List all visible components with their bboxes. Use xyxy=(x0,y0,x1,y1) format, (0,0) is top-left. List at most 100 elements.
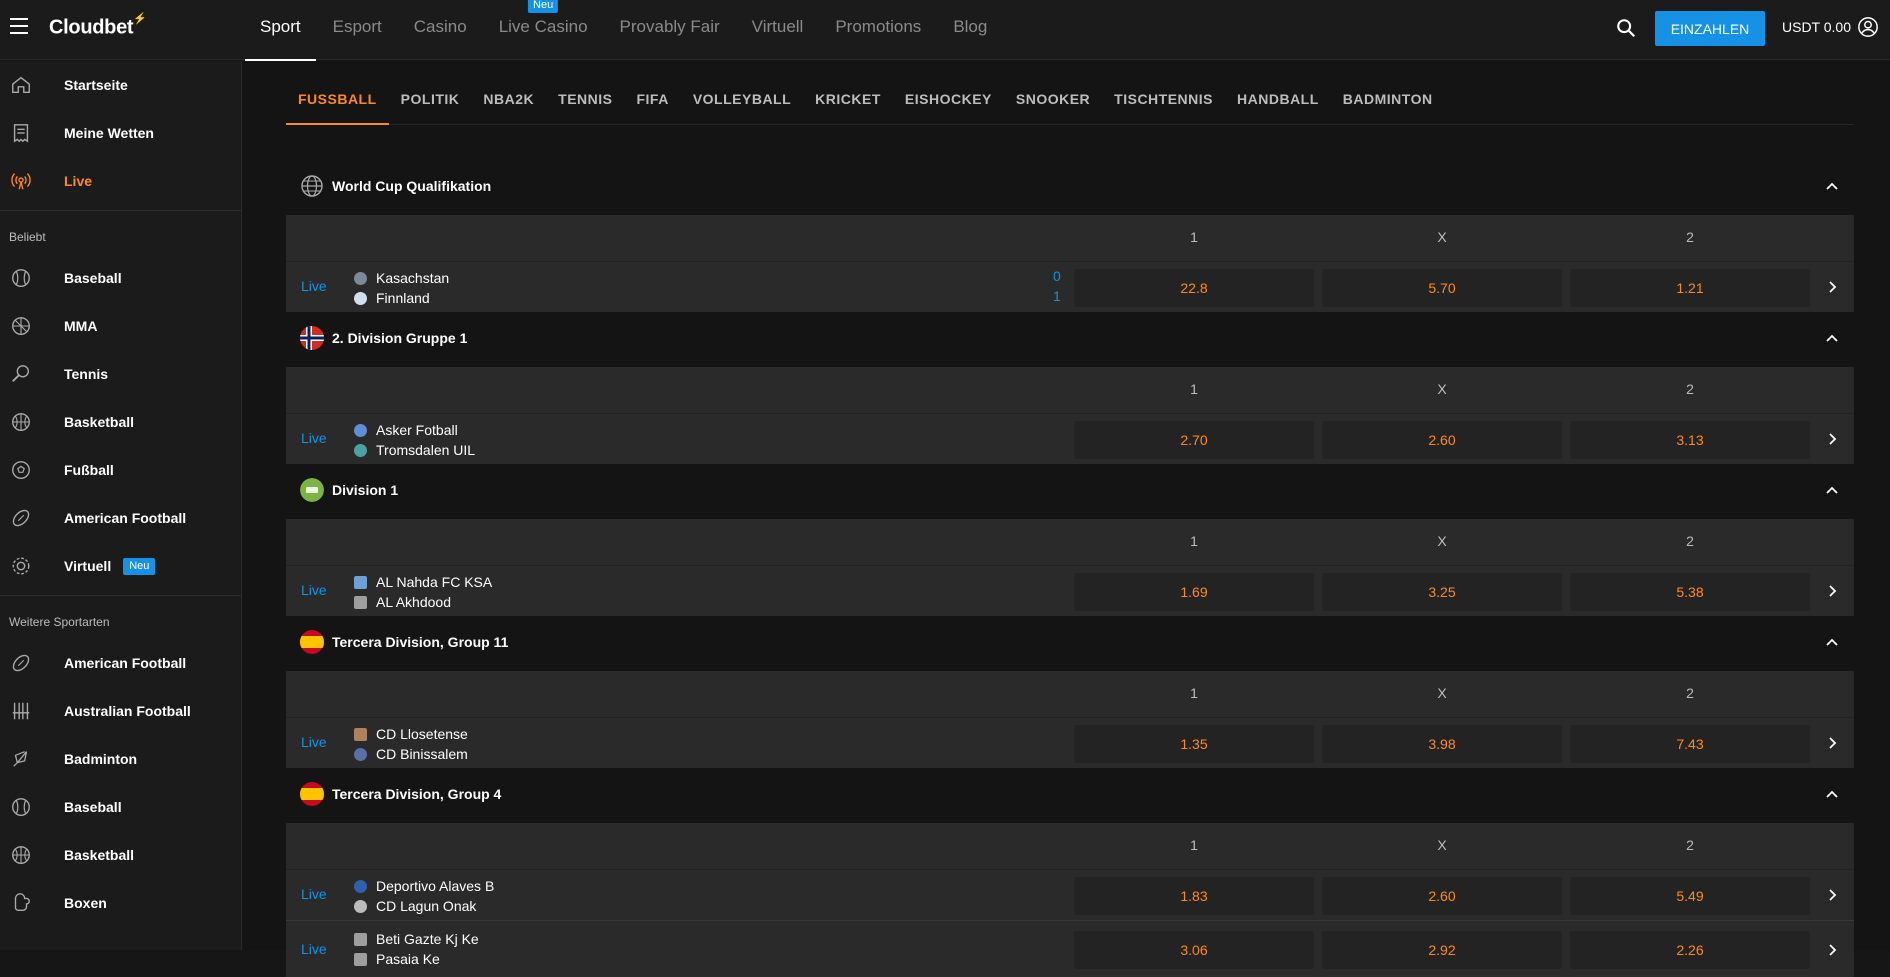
sidebar-item-fussball[interactable]: Fußball xyxy=(0,446,241,494)
logo[interactable]: Cloudbet⚡ xyxy=(49,13,147,40)
odds-home-button[interactable]: 1.83 xyxy=(1074,877,1314,915)
chevron-up-icon[interactable] xyxy=(1824,178,1840,194)
odds-draw-button[interactable]: 2.60 xyxy=(1322,421,1562,459)
league-header[interactable]: 2. Division Gruppe 1 xyxy=(286,309,1854,367)
tab-promotions[interactable]: Promotions xyxy=(820,0,936,60)
odds-away-button[interactable]: 5.49 xyxy=(1570,877,1810,915)
tennis-icon xyxy=(0,362,64,386)
sidebar-item-mma[interactable]: MMA xyxy=(0,302,241,350)
odds-column-headers: 1 X 2 xyxy=(286,823,1854,869)
team-crest-icon xyxy=(354,575,367,589)
team-crest-icon xyxy=(354,879,367,893)
tab-blog[interactable]: Blog xyxy=(938,0,1002,60)
tab-esport[interactable]: Esport xyxy=(318,0,397,60)
away-score: 1 xyxy=(1053,288,1061,304)
chevron-right-icon[interactable] xyxy=(1826,432,1840,446)
chevron-right-icon[interactable] xyxy=(1826,888,1840,902)
sidebar-item-basketball-2[interactable]: Basketball xyxy=(0,831,241,879)
odds-away-button[interactable]: 7.43 xyxy=(1570,725,1810,763)
odds-away-button[interactable]: 1.21 xyxy=(1570,269,1810,307)
sidebar-item-virtuell[interactable]: Virtuell Neu xyxy=(0,542,241,590)
match-row[interactable]: Live AL Nahda FC KSA AL Akhdood 1.69 3.2… xyxy=(286,565,1854,616)
home-team: Deportivo Alaves B xyxy=(376,878,495,894)
spain-flag-icon xyxy=(300,782,324,806)
chevron-right-icon[interactable] xyxy=(1826,584,1840,598)
chevron-up-icon[interactable] xyxy=(1824,330,1840,346)
baseball-icon xyxy=(0,266,64,290)
league-header[interactable]: World Cup Qualifikation xyxy=(286,157,1854,215)
subtab-nba2k[interactable]: NBA2K xyxy=(471,61,546,125)
odds-away-button[interactable]: 3.13 xyxy=(1570,421,1810,459)
away-team: Pasaia Ke xyxy=(376,951,440,967)
match-row[interactable]: Live Asker Fotball Tromsdalen UIL 2.70 2… xyxy=(286,413,1854,464)
chevron-up-icon[interactable] xyxy=(1824,786,1840,802)
chevron-right-icon[interactable] xyxy=(1826,280,1840,294)
match-row[interactable]: Live Beti Gazte Kj Ke Pasaia Ke 3.06 2.9… xyxy=(286,920,1854,977)
subtab-tennis[interactable]: TENNIS xyxy=(546,61,624,125)
sidebar-item-meine-wetten[interactable]: Meine Wetten xyxy=(0,109,241,157)
tab-virtuell[interactable]: Virtuell xyxy=(737,0,819,60)
sidebar-item-australian-football[interactable]: Australian Football xyxy=(0,687,241,735)
chevron-right-icon[interactable] xyxy=(1826,943,1840,957)
sidebar-item-startseite[interactable]: Startseite xyxy=(0,61,241,109)
odds-away-button[interactable]: 2.26 xyxy=(1570,931,1810,969)
match-row[interactable]: Live Deportivo Alaves B CD Lagun Onak 1.… xyxy=(286,869,1854,920)
subtab-badminton[interactable]: BADMINTON xyxy=(1331,61,1445,125)
subtab-volleyball[interactable]: VOLLEYBALL xyxy=(681,61,803,125)
sidebar-item-american-football[interactable]: American Football xyxy=(0,494,241,542)
wallet-balance[interactable]: USDT 0.00 xyxy=(1782,19,1851,35)
top-bar: Cloudbet⚡ Sport Esport Casino Neu Live Ca… xyxy=(0,0,1890,61)
chevron-up-icon[interactable] xyxy=(1824,482,1840,498)
league-header[interactable]: Tercera Division, Group 4 xyxy=(286,765,1854,823)
col-draw: X xyxy=(1437,837,1447,853)
subtab-tischtennis[interactable]: TISCHTENNIS xyxy=(1102,61,1225,125)
subtab-handball[interactable]: HANDBALL xyxy=(1225,61,1331,125)
boxing-glove-icon xyxy=(0,891,64,915)
odds-draw-button[interactable]: 5.70 xyxy=(1322,269,1562,307)
globe-icon xyxy=(300,174,324,198)
subtab-fifa[interactable]: FIFA xyxy=(624,61,680,125)
sidebar-item-basketball[interactable]: Basketball xyxy=(0,398,241,446)
basketball-icon xyxy=(0,410,64,434)
odds-home-button[interactable]: 1.35 xyxy=(1074,725,1314,763)
sidebar-item-tennis[interactable]: Tennis xyxy=(0,350,241,398)
search-icon[interactable] xyxy=(1615,17,1637,39)
subtab-snooker[interactable]: SNOOKER xyxy=(1004,61,1102,125)
subtab-eishockey[interactable]: EISHOCKEY xyxy=(893,61,1004,125)
sidebar-item-baseball-2[interactable]: Baseball xyxy=(0,783,241,831)
chevron-up-icon[interactable] xyxy=(1824,634,1840,650)
league-body: 1 X 2 Live AL Nahda FC KSA AL Akhdood 1.… xyxy=(286,519,1854,616)
tab-live-casino[interactable]: Neu Live Casino xyxy=(484,0,603,60)
odds-draw-button[interactable]: 2.60 xyxy=(1322,877,1562,915)
sidebar-item-american-football-2[interactable]: American Football xyxy=(0,639,241,687)
odds-home-button[interactable]: 3.06 xyxy=(1074,931,1314,969)
sidebar-item-baseball[interactable]: Baseball xyxy=(0,254,241,302)
sidebar-item-badminton[interactable]: Badminton xyxy=(0,735,241,783)
team-crest-icon xyxy=(354,443,367,457)
tab-sport[interactable]: Sport xyxy=(245,0,316,61)
odds-draw-button[interactable]: 2.92 xyxy=(1322,931,1562,969)
subtab-fussball[interactable]: FUSSBALL xyxy=(286,61,389,125)
sidebar-item-live[interactable]: Live xyxy=(0,157,241,205)
odds-home-button[interactable]: 2.70 xyxy=(1074,421,1314,459)
league-header[interactable]: Tercera Division, Group 11 xyxy=(286,613,1854,671)
odds-draw-button[interactable]: 3.98 xyxy=(1322,725,1562,763)
league-header[interactable]: Division 1 xyxy=(286,461,1854,519)
deposit-button[interactable]: EINZAHLEN xyxy=(1655,11,1765,46)
match-row[interactable]: Live CD Llosetense CD Binissalem 1.35 3.… xyxy=(286,717,1854,768)
football-icon xyxy=(0,651,64,675)
subtab-kricket[interactable]: KRICKET xyxy=(803,61,893,125)
menu-icon[interactable] xyxy=(10,18,28,34)
tab-casino[interactable]: Casino xyxy=(399,0,482,60)
sidebar-item-boxen[interactable]: Boxen xyxy=(0,879,241,927)
odds-away-button[interactable]: 5.38 xyxy=(1570,573,1810,611)
user-icon[interactable] xyxy=(1857,16,1879,38)
receipt-icon xyxy=(0,121,64,145)
match-row[interactable]: Live Kasachstan Finnland 0 1 22.8 5.70 1… xyxy=(286,261,1854,312)
odds-home-button[interactable]: 1.69 xyxy=(1074,573,1314,611)
tab-provably-fair[interactable]: Provably Fair xyxy=(605,0,735,60)
odds-draw-button[interactable]: 3.25 xyxy=(1322,573,1562,611)
chevron-right-icon[interactable] xyxy=(1826,736,1840,750)
subtab-politik[interactable]: POLITIK xyxy=(389,61,472,125)
odds-home-button[interactable]: 22.8 xyxy=(1074,269,1314,307)
